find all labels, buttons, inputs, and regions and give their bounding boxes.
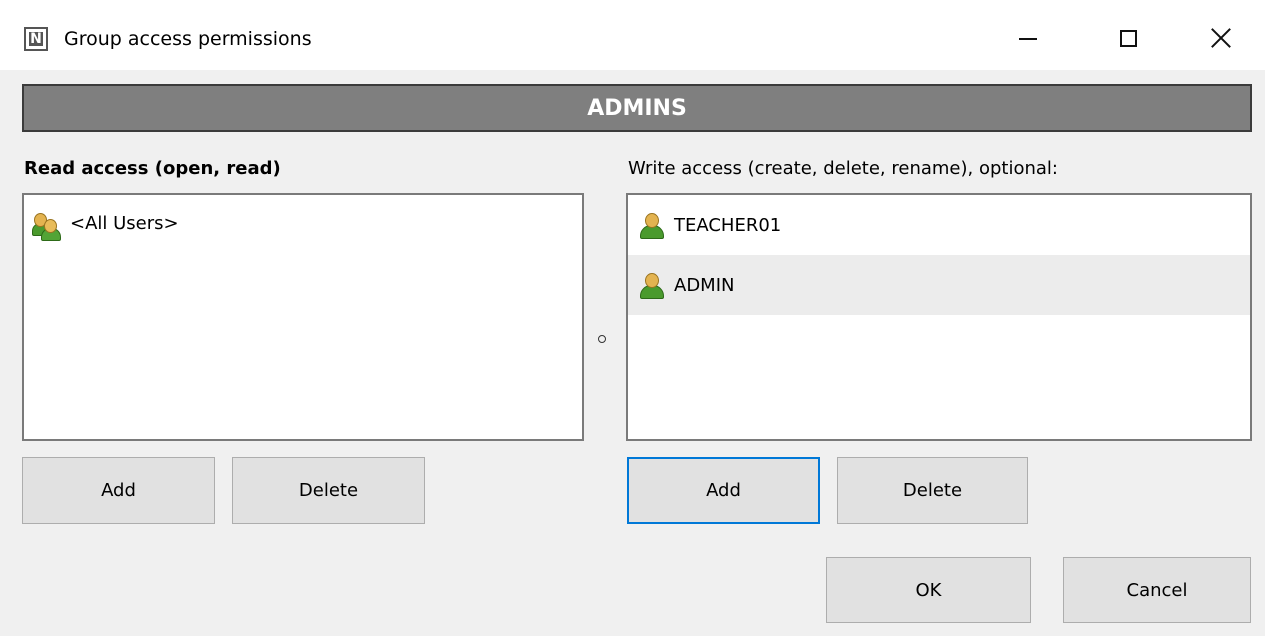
- read-add-button[interactable]: Add: [22, 457, 215, 524]
- read-access-label: Read access (open, read): [24, 158, 281, 179]
- app-icon: N: [24, 27, 48, 51]
- minimize-icon: [1019, 38, 1037, 40]
- minimize-button[interactable]: [998, 16, 1058, 60]
- list-item[interactable]: TEACHER01: [628, 195, 1250, 255]
- close-icon: [1210, 27, 1232, 49]
- list-item-label: TEACHER01: [674, 214, 782, 236]
- write-delete-button[interactable]: Delete: [837, 457, 1028, 524]
- maximize-icon: [1119, 29, 1137, 47]
- list-item[interactable]: <All Users>: [24, 195, 582, 257]
- user-icon: [638, 272, 664, 299]
- ok-button[interactable]: OK: [826, 557, 1031, 623]
- users-icon: [32, 213, 61, 241]
- window-title: Group access permissions: [64, 28, 312, 50]
- read-access-list[interactable]: <All Users>: [22, 193, 584, 441]
- list-item-label: <All Users>: [70, 213, 179, 234]
- separator-dot: [598, 335, 606, 343]
- read-delete-button[interactable]: Delete: [232, 457, 425, 524]
- close-button[interactable]: [1191, 16, 1251, 60]
- write-access-list[interactable]: TEACHER01 ADMIN: [626, 193, 1252, 441]
- title-bar: N Group access permissions: [0, 0, 1265, 70]
- maximize-button[interactable]: [1098, 16, 1158, 60]
- list-item[interactable]: ADMIN: [628, 255, 1250, 315]
- write-access-label: Write access (create, delete, rename), o…: [628, 158, 1058, 179]
- cancel-button[interactable]: Cancel: [1063, 557, 1251, 623]
- user-icon: [638, 212, 664, 239]
- write-add-button[interactable]: Add: [627, 457, 820, 524]
- list-item-label: ADMIN: [674, 274, 735, 296]
- group-name-banner: ADMINS: [22, 84, 1252, 132]
